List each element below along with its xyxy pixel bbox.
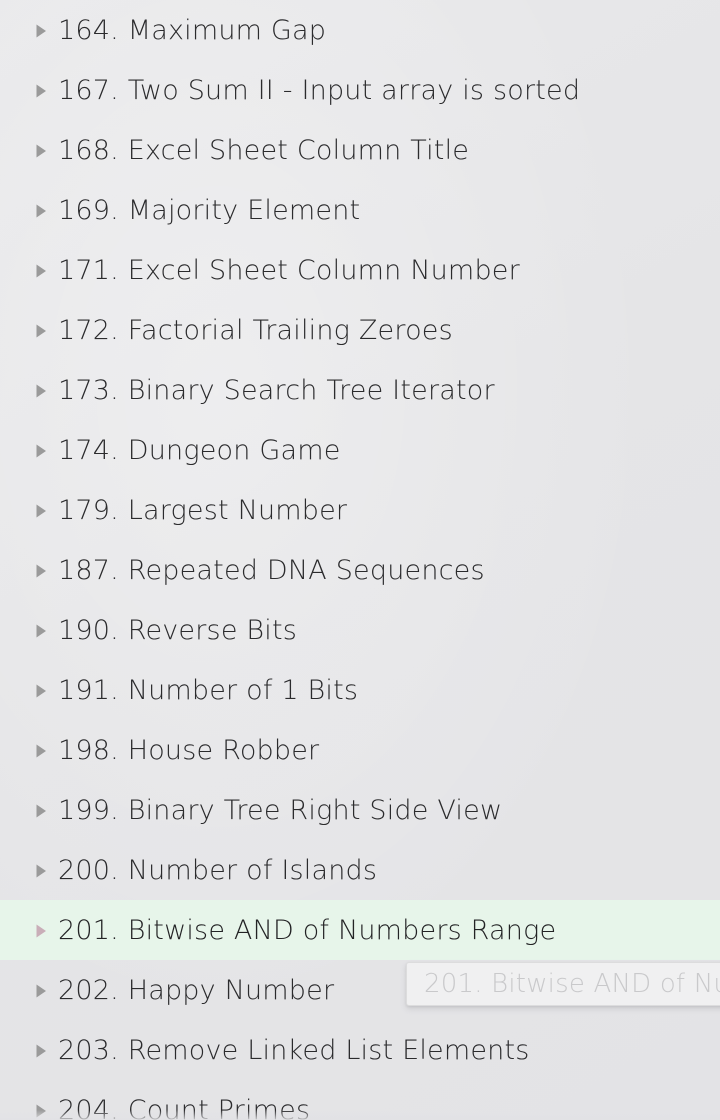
list-item-label: 199. Binary Tree Right Side View (58, 794, 503, 826)
list-item-label: 169. Majority Element (58, 194, 361, 226)
list-item-label: 202. Happy Number (58, 974, 335, 1006)
list-item[interactable]: 199. Binary Tree Right Side View (0, 780, 720, 840)
triangle-right-icon[interactable] (34, 743, 48, 759)
hover-tooltip-text: 201. Bitwise AND of Numb (424, 969, 720, 999)
triangle-right-icon[interactable] (34, 383, 48, 399)
list-item-label: 179. Largest Number (58, 494, 348, 526)
list-item[interactable]: 169. Majority Element (0, 180, 720, 240)
list-item[interactable]: 204. Count Primes (0, 1080, 720, 1120)
list-item-label: 171. Excel Sheet Column Number (58, 254, 520, 286)
list-item-label: 200. Number of Islands (58, 854, 378, 886)
triangle-right-icon[interactable] (34, 143, 48, 159)
list-item-label: 164. Maximum Gap (58, 14, 327, 46)
triangle-right-icon[interactable] (34, 1043, 48, 1059)
list-item-label: 191. Number of 1 Bits (58, 674, 359, 706)
list-item-label: 167. Two Sum II - Input array is sorted (58, 74, 581, 106)
list-item[interactable]: 164. Maximum Gap (0, 0, 720, 60)
list-item-label: 168. Excel Sheet Column Title (58, 134, 470, 166)
problem-list[interactable]: 164. Maximum Gap 167. Two Sum II - Input … (0, 0, 720, 1120)
triangle-right-icon[interactable] (34, 83, 48, 99)
list-item[interactable]: 172. Factorial Trailing Zeroes (0, 300, 720, 360)
triangle-right-icon[interactable] (34, 983, 48, 999)
list-item[interactable]: 187. Repeated DNA Sequences (0, 540, 720, 600)
list-item-label: 190. Reverse Bits (58, 614, 298, 646)
list-item[interactable]: 174. Dungeon Game (0, 420, 720, 480)
triangle-right-icon[interactable] (34, 23, 48, 39)
list-item-label: 187. Repeated DNA Sequences (58, 554, 485, 586)
list-item[interactable]: 171. Excel Sheet Column Number (0, 240, 720, 300)
triangle-right-icon[interactable] (34, 503, 48, 519)
list-item-label: 198. House Robber (58, 734, 320, 766)
list-item[interactable]: 168. Excel Sheet Column Title (0, 120, 720, 180)
list-item-label: 173. Binary Search Tree Iterator (58, 374, 495, 406)
triangle-right-icon[interactable] (34, 863, 48, 879)
list-item[interactable]: 198. House Robber (0, 720, 720, 780)
triangle-right-icon[interactable] (34, 803, 48, 819)
triangle-right-icon[interactable] (34, 443, 48, 459)
app-window: 164. Maximum Gap 167. Two Sum II - Input … (0, 0, 720, 1120)
triangle-right-icon[interactable] (34, 623, 48, 639)
list-item-label: 204. Count Primes (58, 1094, 311, 1120)
list-item[interactable]: 203. Remove Linked List Elements (0, 1020, 720, 1080)
list-item-label: 174. Dungeon Game (58, 434, 341, 466)
triangle-right-icon[interactable] (34, 203, 48, 219)
list-item-label: 172. Factorial Trailing Zeroes (58, 314, 453, 346)
triangle-right-icon[interactable] (34, 263, 48, 279)
triangle-right-icon[interactable] (34, 923, 48, 939)
list-item[interactable]: 201. Bitwise AND of Numbers Range (0, 900, 720, 960)
list-item[interactable]: 191. Number of 1 Bits (0, 660, 720, 720)
list-item[interactable]: 179. Largest Number (0, 480, 720, 540)
list-item-label: 201. Bitwise AND of Numbers Range (58, 914, 557, 946)
list-item[interactable]: 200. Number of Islands (0, 840, 720, 900)
list-item[interactable]: 173. Binary Search Tree Iterator (0, 360, 720, 420)
hover-tooltip[interactable]: 201. Bitwise AND of Numb (406, 962, 720, 1006)
triangle-right-icon[interactable] (34, 1103, 48, 1119)
list-item[interactable]: 167. Two Sum II - Input array is sorted (0, 60, 720, 120)
triangle-right-icon[interactable] (34, 683, 48, 699)
list-item-label: 203. Remove Linked List Elements (58, 1034, 530, 1066)
triangle-right-icon[interactable] (34, 323, 48, 339)
list-item[interactable]: 190. Reverse Bits (0, 600, 720, 660)
triangle-right-icon[interactable] (34, 563, 48, 579)
